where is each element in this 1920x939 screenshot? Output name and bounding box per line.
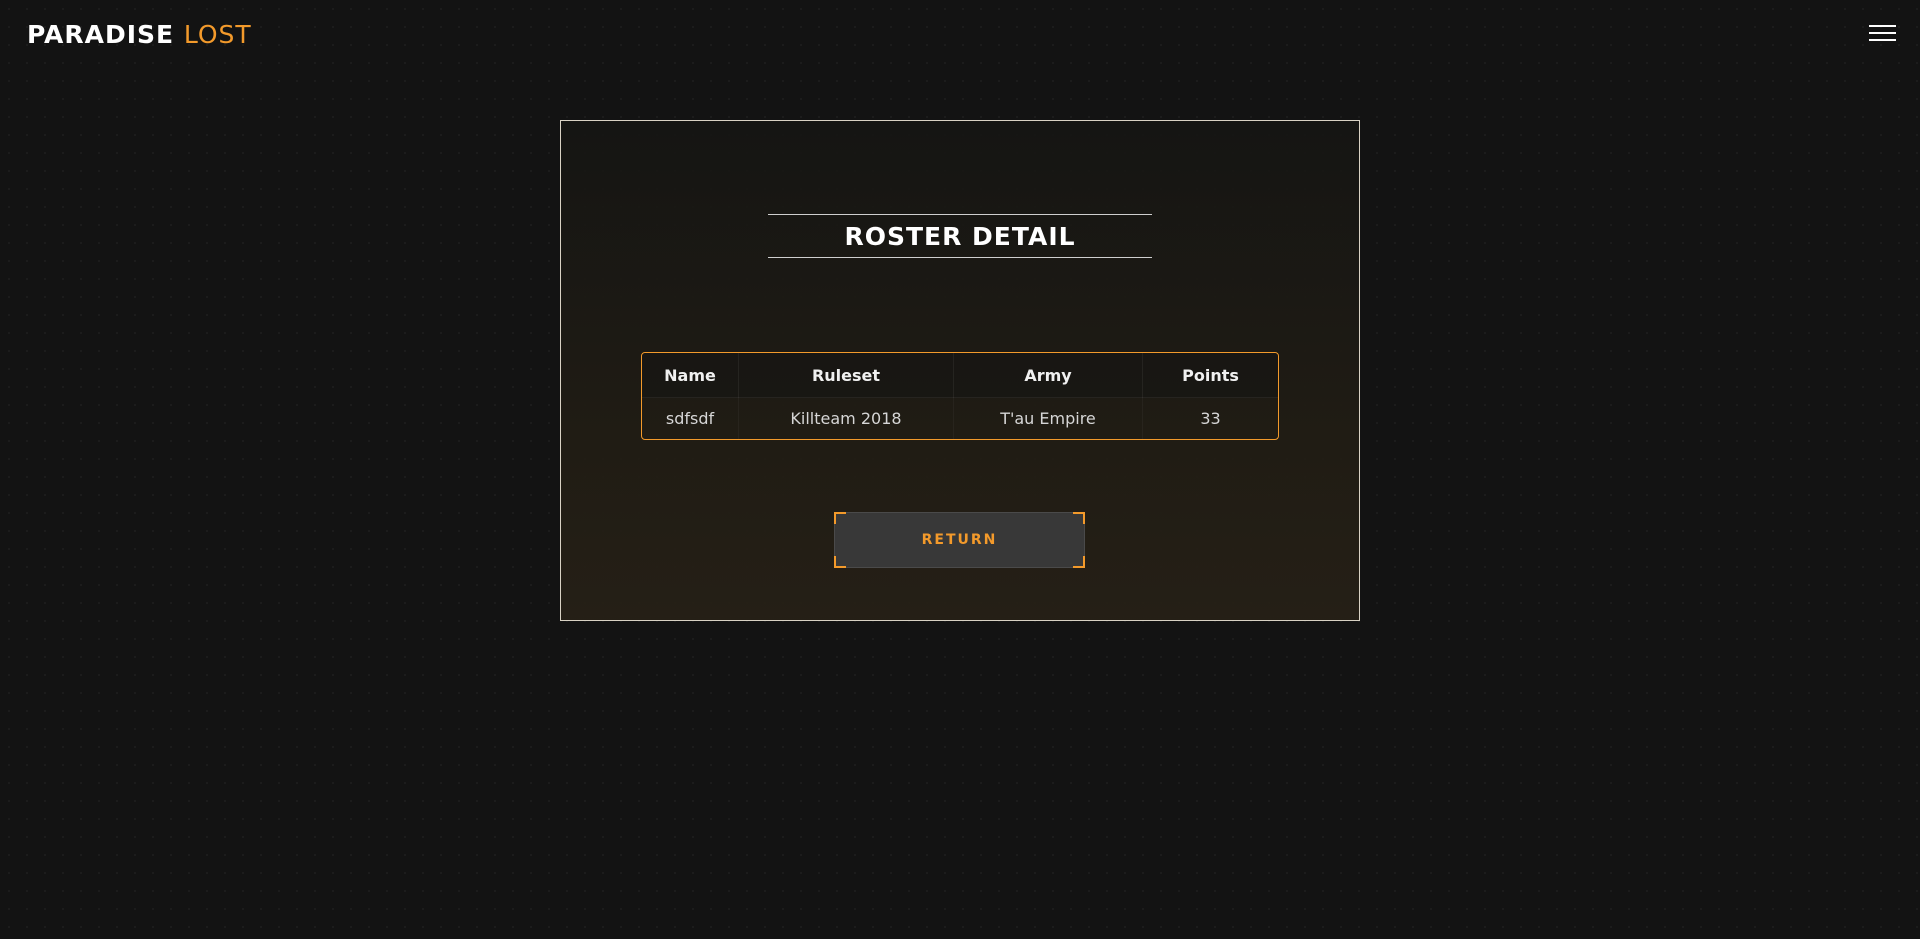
roster-table-container: Name Ruleset Army Points sdfsdf Killteam… (641, 352, 1279, 440)
menu-line (1869, 32, 1896, 34)
cell-points: 33 (1200, 409, 1221, 428)
column-header-points: Points (1142, 353, 1278, 398)
cell-name: sdfsdf (642, 397, 739, 439)
table-row: sdfsdf Killteam 2018 T'au Empire 33 (642, 397, 1278, 439)
return-button[interactable]: RETURN (834, 512, 1085, 568)
brand-logo[interactable]: PARADISE LOST (27, 20, 252, 49)
corner-accent (1073, 512, 1085, 524)
corner-accent (834, 556, 846, 568)
roster-detail-card: ROSTER DETAIL Name Ruleset Army Points s… (560, 120, 1360, 621)
corner-accent (834, 512, 846, 524)
top-navbar: PARADISE LOST (0, 0, 1920, 70)
brand-first-word: PARADISE (27, 20, 175, 49)
brand-second-word: LOST (183, 20, 252, 49)
page-title-wrapper: ROSTER DETAIL (768, 214, 1152, 258)
menu-line (1869, 39, 1896, 41)
table-header-row: Name Ruleset Army Points (642, 353, 1278, 398)
menu-line (1869, 25, 1896, 27)
column-header-ruleset: Ruleset (738, 353, 954, 398)
roster-table: Name Ruleset Army Points sdfsdf Killteam… (642, 353, 1278, 439)
column-header-army: Army (953, 353, 1143, 398)
column-header-name: Name (642, 353, 739, 398)
cell-ruleset: Killteam 2018 (738, 397, 954, 439)
hamburger-menu-icon[interactable] (1869, 25, 1896, 45)
return-button-label: RETURN (921, 532, 998, 548)
corner-accent (1073, 556, 1085, 568)
page-title: ROSTER DETAIL (844, 222, 1076, 251)
cell-army: T'au Empire (953, 397, 1143, 439)
